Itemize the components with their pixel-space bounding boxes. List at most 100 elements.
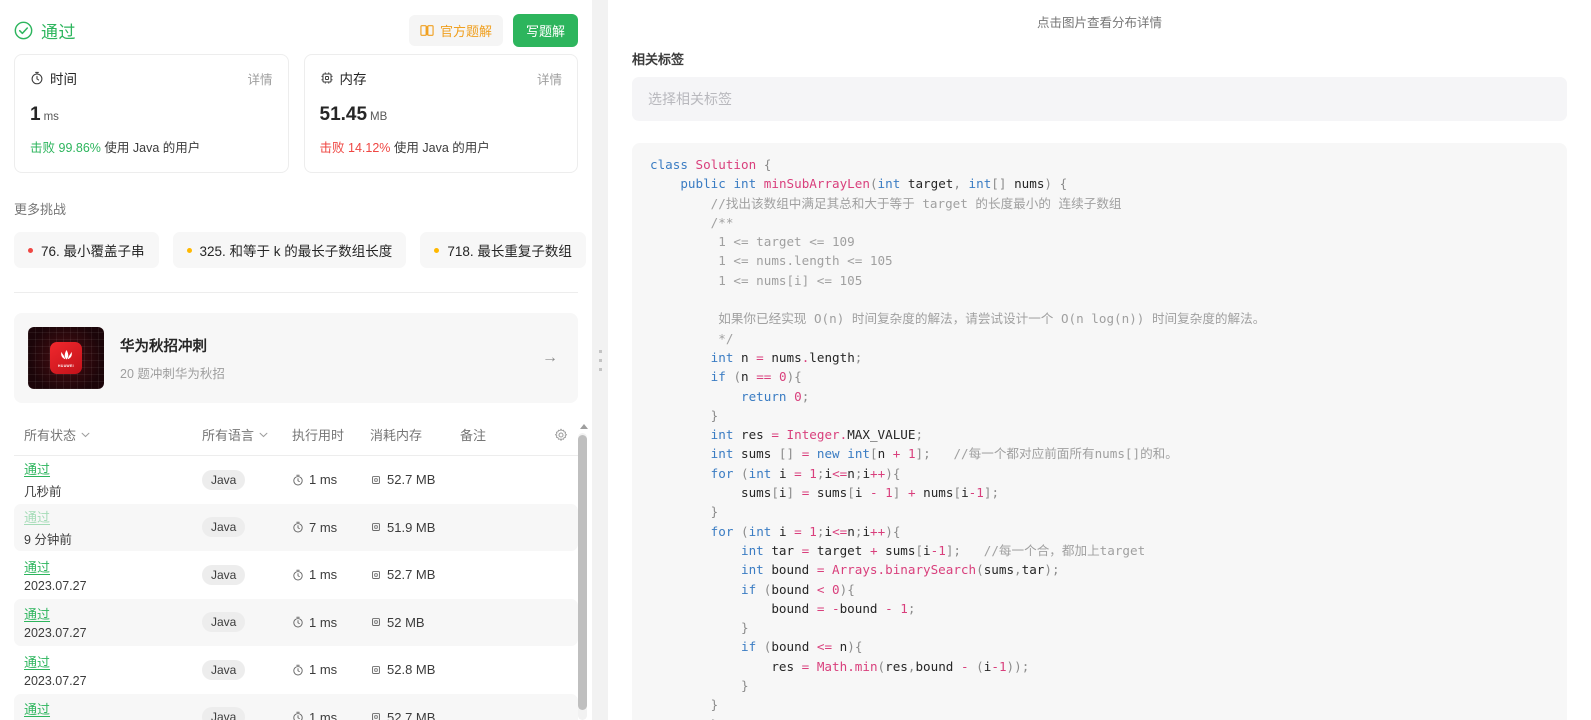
official-solution-label: 官方题解 bbox=[439, 23, 492, 39]
submission-language-cell: Java bbox=[202, 659, 292, 680]
column-status-label: 所有状态 bbox=[24, 428, 77, 443]
language-badge: Java bbox=[202, 564, 246, 585]
column-language-label: 所有语言 bbox=[202, 428, 255, 443]
table-row[interactable]: 通过 9 分钟前 Java 7 ms 51.9 MB bbox=[14, 503, 578, 551]
submission-runtime: 1 ms bbox=[309, 709, 338, 720]
scroll-up-arrow-icon[interactable] bbox=[580, 424, 588, 429]
stat-cards: 时间 详情 1 ms 击败 99.86% 使用 Java 的用户 内存 详情 5… bbox=[14, 54, 578, 173]
stopwatch-icon bbox=[292, 569, 304, 581]
memory-chip-icon bbox=[370, 711, 382, 720]
memory-beat-prefix: 击败 bbox=[319, 141, 345, 155]
challenge-chip-325[interactable]: 325. 和等于 k 的最长子数组长度 bbox=[172, 232, 407, 268]
submission-result-link[interactable]: 通过 bbox=[24, 652, 50, 671]
promo-subtitle: 20 题冲刺华为秋招 bbox=[120, 366, 225, 381]
challenge-chip-718[interactable]: 718. 最长重复子数组 bbox=[420, 232, 586, 268]
submission-runtime: 1 ms bbox=[309, 614, 338, 630]
submission-memory-cell: 52.7 MB bbox=[370, 472, 460, 487]
related-tags-input[interactable]: 选择相关标签 bbox=[632, 77, 1567, 121]
runtime-beat-percent: 99.86% bbox=[58, 141, 101, 155]
submission-runtime-cell: 7 ms bbox=[292, 520, 370, 535]
left-panel: 通过 官方题解 写题解 时间 详情 1 ms 击败 99.86% 使用 Java… bbox=[0, 0, 592, 720]
submission-result-link[interactable]: 通过 bbox=[24, 699, 50, 718]
scrollbar-thumb[interactable] bbox=[578, 435, 587, 710]
chevron-down-icon bbox=[81, 432, 90, 438]
splitter-grip-icon bbox=[598, 349, 602, 371]
arrow-right-icon[interactable]: → bbox=[542, 349, 558, 367]
runtime-detail-link[interactable]: 详情 bbox=[247, 69, 272, 88]
table-row[interactable]: 通过 2023.07.27 Java 1 ms 52 MB bbox=[14, 598, 578, 646]
submission-status-cell: 通过 2023.07.27 bbox=[24, 699, 202, 720]
section-divider bbox=[14, 292, 578, 293]
promo-card[interactable]: HUAWEI 华为秋招冲刺 20 题冲刺华为秋招 → bbox=[14, 313, 578, 403]
challenge-chip-76[interactable]: 76. 最小覆盖子串 bbox=[14, 232, 159, 268]
runtime-unit: ms bbox=[43, 111, 59, 123]
huawei-logo-icon: HUAWEI bbox=[50, 342, 82, 374]
language-badge: Java bbox=[202, 612, 246, 633]
more-challenges-title: 更多挑战 bbox=[14, 202, 67, 217]
submissions-table: 所有状态 所有语言 执行用时 消耗内存 备注 通过 几秒前 Java 1 ms … bbox=[14, 425, 578, 720]
status-group: 通过 bbox=[14, 18, 76, 43]
right-panel: 点击图片查看分布详情 相关标签 选择相关标签 class Solution { … bbox=[608, 0, 1591, 720]
official-solution-button[interactable]: 官方题解 bbox=[408, 14, 503, 46]
memory-detail-link[interactable]: 详情 bbox=[537, 69, 562, 88]
submission-runtime-cell: 1 ms bbox=[292, 472, 370, 487]
submission-result-link[interactable]: 通过 bbox=[24, 459, 50, 478]
column-status-filter[interactable]: 所有状态 bbox=[24, 425, 202, 444]
write-solution-button[interactable]: 写题解 bbox=[512, 13, 578, 47]
header-actions: 官方题解 写题解 bbox=[408, 13, 578, 47]
submission-memory: 52.7 MB bbox=[387, 567, 436, 583]
language-badge: Java bbox=[202, 659, 246, 680]
status-header: 通过 官方题解 写题解 bbox=[14, 0, 578, 54]
memory-card: 内存 详情 51.45 MB 击败 14.12% 使用 Java 的用户 bbox=[303, 54, 578, 173]
submission-runtime-cell: 1 ms bbox=[292, 710, 370, 720]
column-runtime: 执行用时 bbox=[292, 425, 370, 444]
panel-splitter[interactable] bbox=[592, 0, 608, 720]
memory-chip-icon bbox=[370, 569, 382, 581]
table-row[interactable]: 通过 2023.07.27 Java 1 ms 52.7 MB bbox=[14, 693, 578, 720]
submission-status-cell: 通过 2023.07.27 bbox=[24, 652, 202, 688]
memory-unit: MB bbox=[370, 111, 388, 123]
gear-icon bbox=[554, 428, 568, 442]
submission-language-cell: Java bbox=[202, 707, 292, 720]
submission-runtime-cell: 1 ms bbox=[292, 615, 370, 630]
column-memory: 消耗内存 bbox=[370, 425, 460, 444]
stopwatch-icon bbox=[292, 616, 304, 628]
memory-card-title: 内存 bbox=[339, 72, 367, 87]
status-label: 通过 bbox=[41, 22, 76, 42]
code-viewer[interactable]: class Solution { public int minSubArrayL… bbox=[632, 143, 1567, 720]
related-tags-label: 相关标签 bbox=[632, 52, 685, 67]
table-row[interactable]: 通过 2023.07.27 Java 1 ms 52.8 MB bbox=[14, 646, 578, 694]
submission-runtime: 1 ms bbox=[309, 472, 338, 488]
submission-language-cell: Java bbox=[202, 517, 292, 538]
challenge-chip-label: 325. 和等于 k 的最长子数组长度 bbox=[199, 244, 393, 259]
code-content: class Solution { public int minSubArrayL… bbox=[650, 157, 1266, 720]
memory-card-title-group: 内存 bbox=[320, 68, 367, 88]
runtime-card-title: 时间 bbox=[50, 72, 77, 87]
submission-status-cell: 通过 2023.07.27 bbox=[24, 557, 202, 593]
challenge-chip-label: 76. 最小覆盖子串 bbox=[41, 244, 145, 259]
runtime-value: 1 bbox=[30, 104, 41, 125]
memory-chip-icon bbox=[370, 521, 382, 533]
difficulty-dot-icon bbox=[434, 247, 440, 253]
submission-runtime: 1 ms bbox=[309, 567, 338, 583]
submission-memory-cell: 52.7 MB bbox=[370, 710, 460, 720]
promo-text: 华为秋招冲刺 20 题冲刺华为秋招 bbox=[120, 335, 526, 382]
submission-date: 2023.07.27 bbox=[24, 578, 87, 593]
table-row[interactable]: 通过 几秒前 Java 1 ms 52.7 MB bbox=[14, 456, 578, 504]
submissions-scrollbar[interactable] bbox=[578, 424, 590, 720]
submission-runtime-cell: 1 ms bbox=[292, 662, 370, 677]
related-tags-placeholder: 选择相关标签 bbox=[648, 91, 732, 107]
submission-memory-cell: 51.9 MB bbox=[370, 520, 460, 535]
language-badge: Java bbox=[202, 469, 246, 490]
huawei-wordmark: HUAWEI bbox=[58, 363, 74, 368]
submission-result-link[interactable]: 通过 bbox=[24, 507, 50, 526]
table-settings-button[interactable] bbox=[554, 428, 568, 442]
submission-result-link[interactable]: 通过 bbox=[24, 604, 50, 623]
circle-check-icon bbox=[14, 21, 33, 40]
memory-value-group: 51.45 MB bbox=[320, 104, 563, 126]
stopwatch-icon bbox=[292, 664, 304, 676]
table-row[interactable]: 通过 2023.07.27 Java 1 ms 52.7 MB bbox=[14, 551, 578, 599]
submission-result-link[interactable]: 通过 bbox=[24, 557, 50, 576]
column-language-filter[interactable]: 所有语言 bbox=[202, 425, 292, 444]
runtime-beat: 击败 99.86% 使用 Java 的用户 bbox=[30, 137, 273, 156]
